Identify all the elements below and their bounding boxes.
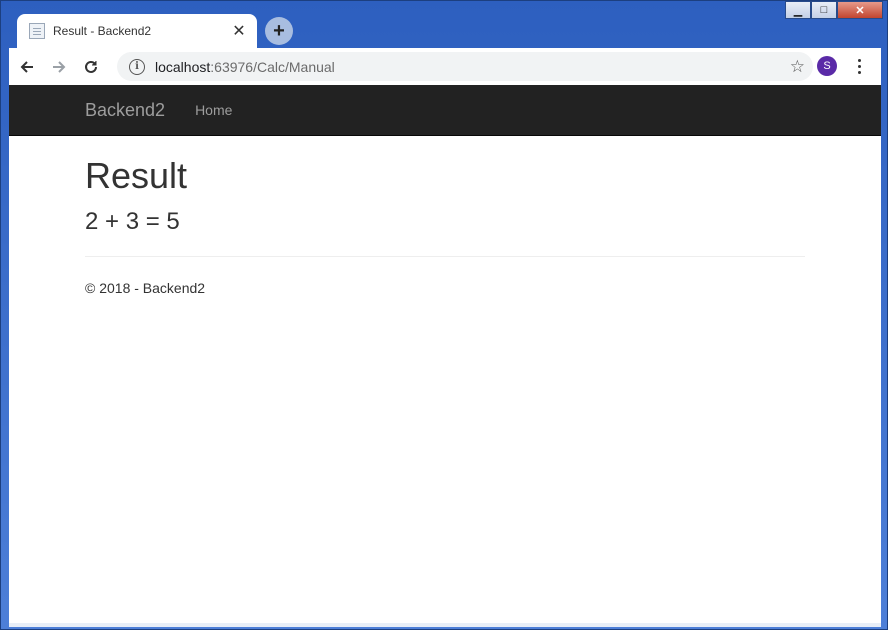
window-controls: ▁ □ ✕ [785,1,883,19]
site-brand-link[interactable]: Backend2 [85,100,165,121]
bookmark-star-icon[interactable]: ☆ [790,57,805,77]
url-text[interactable]: localhost:63976/Calc/Manual [155,59,335,75]
body-content: Result 2 + 3 = 5 © 2018 - Backend2 [9,156,805,296]
maximize-button[interactable]: □ [811,1,837,19]
tab-strip: Result - Backend2 ✕ + ▁ □ ✕ [1,1,887,48]
browser-toolbar: i localhost:63976/Calc/Manual ☆ S [9,48,881,85]
forward-button[interactable] [45,53,73,81]
page-footer: © 2018 - Backend2 [85,280,206,296]
reload-icon [85,60,97,73]
profile-avatar[interactable]: S [817,56,837,76]
site-info-icon[interactable]: i [129,58,145,75]
browser-menu-icon[interactable] [851,54,867,78]
back-arrow-icon [20,60,33,73]
minimize-button[interactable]: ▁ [785,1,811,19]
browser-tab[interactable]: Result - Backend2 ✕ [17,14,257,48]
forward-arrow-icon [53,60,66,73]
browser-window: Result - Backend2 ✕ + ▁ □ ✕ i localhost:… [0,0,888,630]
close-tab-icon[interactable]: ✕ [227,19,251,43]
back-button[interactable] [13,53,41,81]
page-favicon-icon [29,23,45,39]
url-path: :63976/Calc/Manual [210,58,335,75]
nav-link-home[interactable]: Home [195,102,232,118]
tab-title: Result - Backend2 [53,24,152,38]
calculation-result: 2 + 3 = 5 [85,208,180,235]
window-bottom-border [9,623,881,627]
url-host: localhost [155,58,211,75]
close-window-button[interactable]: ✕ [837,1,883,19]
reload-button[interactable] [77,53,105,81]
site-navbar: Backend2 Home [9,85,881,136]
page-viewport: Backend2 Home Result 2 + 3 = 5 © 2018 - … [9,85,881,623]
page-title: Result [85,155,188,196]
new-tab-button[interactable]: + [265,17,293,45]
content-divider [85,256,805,257]
address-bar[interactable]: i localhost:63976/Calc/Manual ☆ [117,52,813,81]
